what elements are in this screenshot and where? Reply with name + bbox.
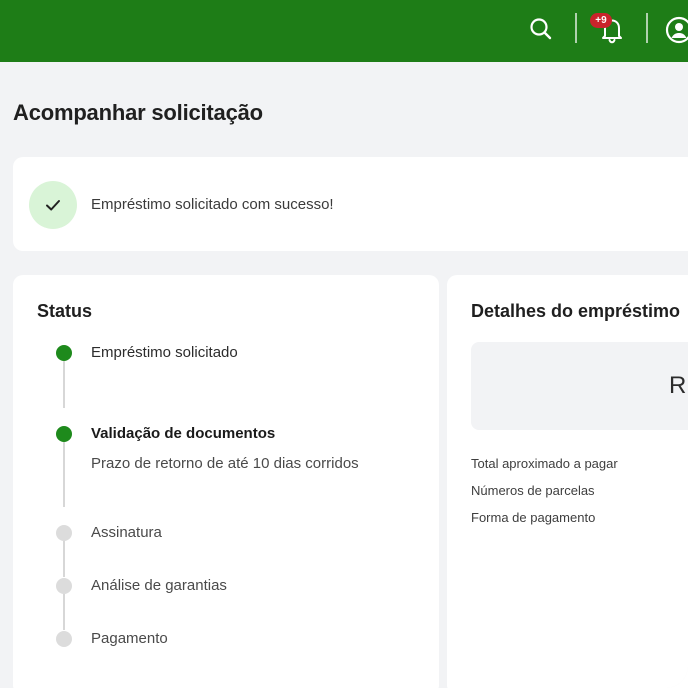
detail-row-payment-method: Forma de pagamento bbox=[471, 510, 596, 525]
header-divider bbox=[646, 13, 648, 43]
timeline-connector bbox=[63, 353, 65, 408]
top-bar: +9 bbox=[0, 0, 688, 62]
app-frame: +9 Acompanhar solicitação Empréstimo sol… bbox=[0, 0, 688, 688]
step-label-current: Validação de documentos bbox=[91, 425, 276, 442]
step-dot-pending bbox=[56, 578, 72, 594]
check-icon bbox=[29, 181, 77, 229]
detail-row-installments: Números de parcelas bbox=[471, 483, 595, 498]
status-card: Status Empréstimo solicitado Validação d… bbox=[13, 275, 439, 688]
step-label: Pagamento bbox=[91, 630, 168, 647]
timeline-connector bbox=[63, 590, 65, 630]
timeline-connector bbox=[63, 537, 65, 577]
header-divider bbox=[575, 13, 577, 43]
step-dot-pending bbox=[56, 525, 72, 541]
search-icon[interactable] bbox=[528, 16, 554, 42]
alert-message: Empréstimo solicitado com sucesso! bbox=[91, 196, 334, 213]
user-icon[interactable] bbox=[664, 15, 688, 45]
amount-box: R bbox=[471, 342, 688, 430]
page-title: Acompanhar solicitação bbox=[13, 100, 263, 125]
amount-value: R bbox=[669, 372, 687, 399]
step-dot-done bbox=[56, 426, 72, 442]
success-alert: Empréstimo solicitado com sucesso! bbox=[13, 157, 688, 251]
step-dot-done bbox=[56, 345, 72, 361]
step-label: Assinatura bbox=[91, 524, 162, 541]
details-card-title: Detalhes do empréstimo bbox=[471, 301, 681, 321]
status-card-title: Status bbox=[37, 301, 93, 321]
detail-row-total: Total aproximado a pagar bbox=[471, 456, 618, 471]
loan-details-card: Detalhes do empréstimo R Total aproximad… bbox=[447, 275, 688, 688]
step-label: Empréstimo solicitado bbox=[91, 344, 238, 361]
timeline-connector bbox=[63, 435, 65, 507]
notification-badge: +9 bbox=[590, 13, 612, 28]
step-label: Análise de garantias bbox=[91, 577, 227, 594]
step-sublabel: Prazo de retorno de até 10 dias corridos bbox=[91, 455, 359, 472]
step-dot-pending bbox=[56, 631, 72, 647]
